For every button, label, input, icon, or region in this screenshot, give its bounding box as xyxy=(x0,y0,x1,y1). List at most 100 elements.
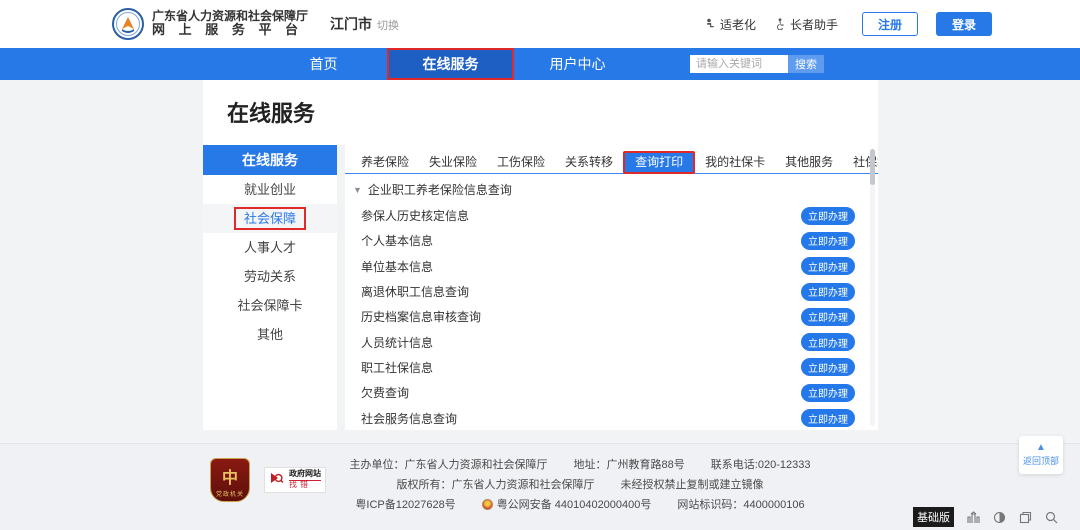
accessibility-link[interactable]: 适老化 xyxy=(704,16,756,33)
service-row: 职工社保信息 立即办理 xyxy=(361,355,855,380)
handle-now-button[interactable]: 立即办理 xyxy=(801,358,855,376)
building-icon[interactable] xyxy=(967,511,980,524)
sidebar-item-社会保障[interactable]: 社会保障 xyxy=(203,204,337,233)
magnifier-icon[interactable] xyxy=(1045,511,1058,524)
handle-now-button[interactable]: 立即办理 xyxy=(801,257,855,275)
public-security-badge-icon xyxy=(482,499,493,510)
sidebar: 在线服务 就业创业社会保障人事人才劳动关系社会保障卡其他 xyxy=(203,145,337,430)
content-area: 养老保险失业保险工伤保险关系转移查询打印我的社保卡其他服务社保地图 ▼ 企业职工… xyxy=(345,145,878,430)
sidebar-item-社会保障卡[interactable]: 社会保障卡 xyxy=(203,291,337,320)
service-name: 历史档案信息审核查询 xyxy=(361,308,481,325)
page-title: 在线服务 xyxy=(203,80,878,128)
viewer-toolbar: 基础版 xyxy=(913,507,1058,527)
collapse-triangle-icon: ▼ xyxy=(353,177,362,203)
sidebar-item-label: 社会保障卡 xyxy=(237,298,302,313)
tab-label: 查询打印 xyxy=(635,155,683,169)
tab-失业保险[interactable]: 失业保险 xyxy=(419,151,487,174)
sidebar-item-label: 劳动关系 xyxy=(244,269,296,284)
footer-icp: 粤ICP备12027628号 xyxy=(355,496,455,512)
tab-关系转移[interactable]: 关系转移 xyxy=(555,151,623,174)
sidebar-item-label: 其他 xyxy=(257,327,283,342)
tab-label: 关系转移 xyxy=(565,155,613,169)
back-to-top-button[interactable]: ▲ 返回顶部 xyxy=(1019,436,1063,474)
service-name: 人员统计信息 xyxy=(361,334,433,351)
group-title: 企业职工养老保险信息查询 xyxy=(368,177,512,203)
footer-text: 主办单位：广东省人力资源和社会保障厅 地址：广州教育路88号 联系电话:020-… xyxy=(300,454,860,514)
service-row: 人员统计信息 立即办理 xyxy=(361,329,855,354)
org-name: 广东省人力资源和社会保障厅 xyxy=(152,10,308,24)
handle-now-button[interactable]: 立即办理 xyxy=(801,232,855,250)
platform-name: 网 上 服 务 平 台 xyxy=(152,23,308,38)
error-search-icon xyxy=(269,470,285,491)
login-button[interactable]: 登录 xyxy=(936,12,992,36)
nav-item-在线服务[interactable]: 在线服务 xyxy=(387,48,514,80)
current-city: 江门市 xyxy=(330,14,372,34)
handle-now-button[interactable]: 立即办理 xyxy=(801,207,855,225)
sidebar-item-label: 人事人才 xyxy=(244,240,296,255)
service-name: 社会服务信息查询 xyxy=(361,410,457,427)
elder-helper-link[interactable]: 长者助手 xyxy=(774,16,838,33)
footer-copyright: 版权所有：广东省人力资源和社会保障厅 xyxy=(397,476,595,492)
back-to-top-label: 返回顶部 xyxy=(1023,454,1059,467)
gov-emblem-icon: 中 xyxy=(222,464,238,488)
tab-label: 失业保险 xyxy=(429,155,477,169)
search-button[interactable]: 搜索 xyxy=(788,55,824,73)
nav-item-label: 用户中心 xyxy=(550,56,606,72)
sidebar-item-人事人才[interactable]: 人事人才 xyxy=(203,233,337,262)
nav-item-首页[interactable]: 首页 xyxy=(260,48,387,80)
city-block: 江门市 切换 xyxy=(330,14,399,34)
contrast-icon[interactable] xyxy=(993,511,1006,524)
register-button[interactable]: 注册 xyxy=(862,12,918,36)
nav-item-label: 首页 xyxy=(310,56,338,72)
footer-security: 粤公网安备 44010402000400号 xyxy=(497,496,652,512)
service-row: 参保人历史核定信息 立即办理 xyxy=(361,203,855,228)
tab-label: 我的社保卡 xyxy=(705,155,765,169)
tabbar: 养老保险失业保险工伤保险关系转移查询打印我的社保卡其他服务社保地图 xyxy=(345,151,878,174)
service-name: 参保人历史核定信息 xyxy=(361,207,469,224)
footer-telephone: 联系电话:020-12333 xyxy=(711,456,811,472)
footer-notice: 未经授权禁止复制或建立镜像 xyxy=(621,476,764,492)
handle-now-button[interactable]: 立即办理 xyxy=(801,283,855,301)
gov-agency-badge[interactable]: 中 党政机关 xyxy=(210,458,250,502)
handle-now-button[interactable]: 立即办理 xyxy=(801,333,855,351)
handle-now-button[interactable]: 立即办理 xyxy=(801,409,855,427)
tab-label: 其他服务 xyxy=(785,155,833,169)
tab-label: 工伤保险 xyxy=(497,155,545,169)
tab-工伤保险[interactable]: 工伤保险 xyxy=(487,151,555,174)
footer-host: 主办单位：广东省人力资源和社会保障厅 xyxy=(350,456,548,472)
nav-items: 首页 在线服务 用户中心 xyxy=(260,48,641,80)
brand-block: 广东省人力资源和社会保障厅 网 上 服 务 平 台 xyxy=(152,10,308,39)
version-badge[interactable]: 基础版 xyxy=(913,507,954,527)
top-header: 广东省人力资源和社会保障厅 网 上 服 务 平 台 江门市 切换 适老化 长者助… xyxy=(0,0,1080,48)
sidebar-item-就业创业[interactable]: 就业创业 xyxy=(203,175,337,204)
wheelchair-icon xyxy=(774,18,786,30)
site-logo-icon xyxy=(112,8,144,40)
service-row: 社会服务信息查询 立即办理 xyxy=(361,405,855,430)
nav-item-label: 在线服务 xyxy=(423,56,479,72)
service-name: 欠费查询 xyxy=(361,384,409,401)
service-name: 个人基本信息 xyxy=(361,232,433,249)
tab-查询打印[interactable]: 查询打印 xyxy=(623,151,695,174)
tab-养老保险[interactable]: 养老保险 xyxy=(351,151,419,174)
search-input[interactable] xyxy=(690,55,788,73)
scrollbar-track[interactable] xyxy=(870,149,875,426)
sidebar-item-其他[interactable]: 其他 xyxy=(203,320,337,349)
service-name: 职工社保信息 xyxy=(361,359,433,376)
window-restore-icon[interactable] xyxy=(1019,511,1032,524)
city-switch-link[interactable]: 切换 xyxy=(377,17,399,33)
handle-now-button[interactable]: 立即办理 xyxy=(801,308,855,326)
handle-now-button[interactable]: 立即办理 xyxy=(801,384,855,402)
group-header[interactable]: ▼ 企业职工养老保险信息查询 xyxy=(345,177,878,203)
tab-其他服务[interactable]: 其他服务 xyxy=(775,151,843,174)
sidebar-item-劳动关系[interactable]: 劳动关系 xyxy=(203,262,337,291)
nav-item-用户中心[interactable]: 用户中心 xyxy=(514,48,641,80)
sidebar-items: 就业创业社会保障人事人才劳动关系社会保障卡其他 xyxy=(203,175,337,349)
elder-helper-label: 长者助手 xyxy=(790,16,838,33)
tab-label: 养老保险 xyxy=(361,155,409,169)
tab-我的社保卡[interactable]: 我的社保卡 xyxy=(695,151,775,174)
scrollbar-thumb[interactable] xyxy=(870,149,875,185)
footer-site-id: 网站标识码：4400000106 xyxy=(677,496,804,512)
sidebar-item-label: 就业创业 xyxy=(244,182,296,197)
sidebar-header: 在线服务 xyxy=(203,145,337,175)
elder-mode-icon xyxy=(704,18,716,30)
